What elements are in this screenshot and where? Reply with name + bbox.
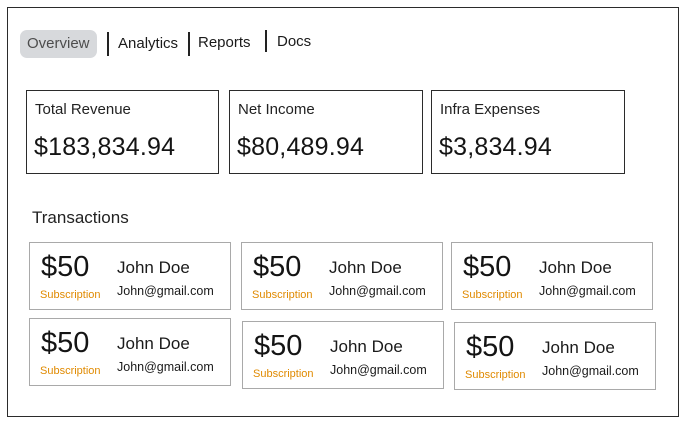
transaction-amount: $50 [253, 251, 302, 283]
summary-value: $80,489.94 [237, 133, 365, 161]
summary-label: Net Income [238, 101, 315, 118]
transaction-name: John Doe [329, 258, 402, 277]
transaction-card[interactable]: $50 Subscription John Doe John@gmail.com [29, 318, 231, 386]
summary-label: Total Revenue [35, 101, 131, 118]
tab-overview[interactable]: Overview [20, 30, 97, 58]
transaction-email: John@gmail.com [539, 284, 636, 298]
transaction-card[interactable]: $50 Subscription John Doe John@gmail.com [451, 242, 653, 310]
transaction-name: John Doe [117, 334, 190, 353]
transaction-type: Subscription [253, 368, 314, 380]
transaction-name: John Doe [117, 258, 190, 277]
transactions-title: Transactions [32, 208, 129, 227]
infra-expenses-card: Infra Expenses $3,834.94 [431, 90, 625, 174]
summary-value: $183,834.94 [34, 133, 176, 161]
transaction-amount: $50 [463, 251, 512, 283]
transaction-email: John@gmail.com [117, 284, 214, 298]
tab-analytics[interactable]: Analytics [118, 34, 178, 54]
transaction-name: John Doe [542, 338, 615, 357]
transaction-name: John Doe [330, 337, 403, 356]
transaction-card[interactable]: $50 Subscription John Doe John@gmail.com [242, 321, 444, 389]
transaction-type: Subscription [465, 369, 526, 381]
transaction-type: Subscription [462, 289, 523, 301]
transaction-amount: $50 [254, 330, 303, 362]
tab-divider [188, 32, 190, 56]
total-revenue-card: Total Revenue $183,834.94 [26, 90, 219, 174]
transaction-email: John@gmail.com [117, 360, 214, 374]
summary-value: $3,834.94 [439, 133, 553, 161]
transaction-card[interactable]: $50 Subscription John Doe John@gmail.com [29, 242, 231, 310]
tab-docs[interactable]: Docs [277, 32, 311, 52]
tab-divider [107, 32, 109, 56]
transaction-card[interactable]: $50 Subscription John Doe John@gmail.com [454, 322, 656, 390]
transaction-type: Subscription [252, 289, 313, 301]
transaction-name: John Doe [539, 258, 612, 277]
transaction-amount: $50 [41, 251, 90, 283]
tab-reports[interactable]: Reports [198, 33, 251, 53]
summary-label: Infra Expenses [440, 101, 541, 118]
transaction-email: John@gmail.com [542, 364, 639, 378]
net-income-card: Net Income $80,489.94 [229, 90, 423, 174]
tab-divider [265, 30, 267, 52]
transaction-type: Subscription [40, 289, 101, 301]
transaction-amount: $50 [41, 327, 90, 359]
transaction-type: Subscription [40, 365, 101, 377]
transaction-card[interactable]: $50 Subscription John Doe John@gmail.com [241, 242, 443, 310]
transaction-amount: $50 [466, 331, 515, 363]
transaction-email: John@gmail.com [330, 363, 427, 377]
transaction-email: John@gmail.com [329, 284, 426, 298]
